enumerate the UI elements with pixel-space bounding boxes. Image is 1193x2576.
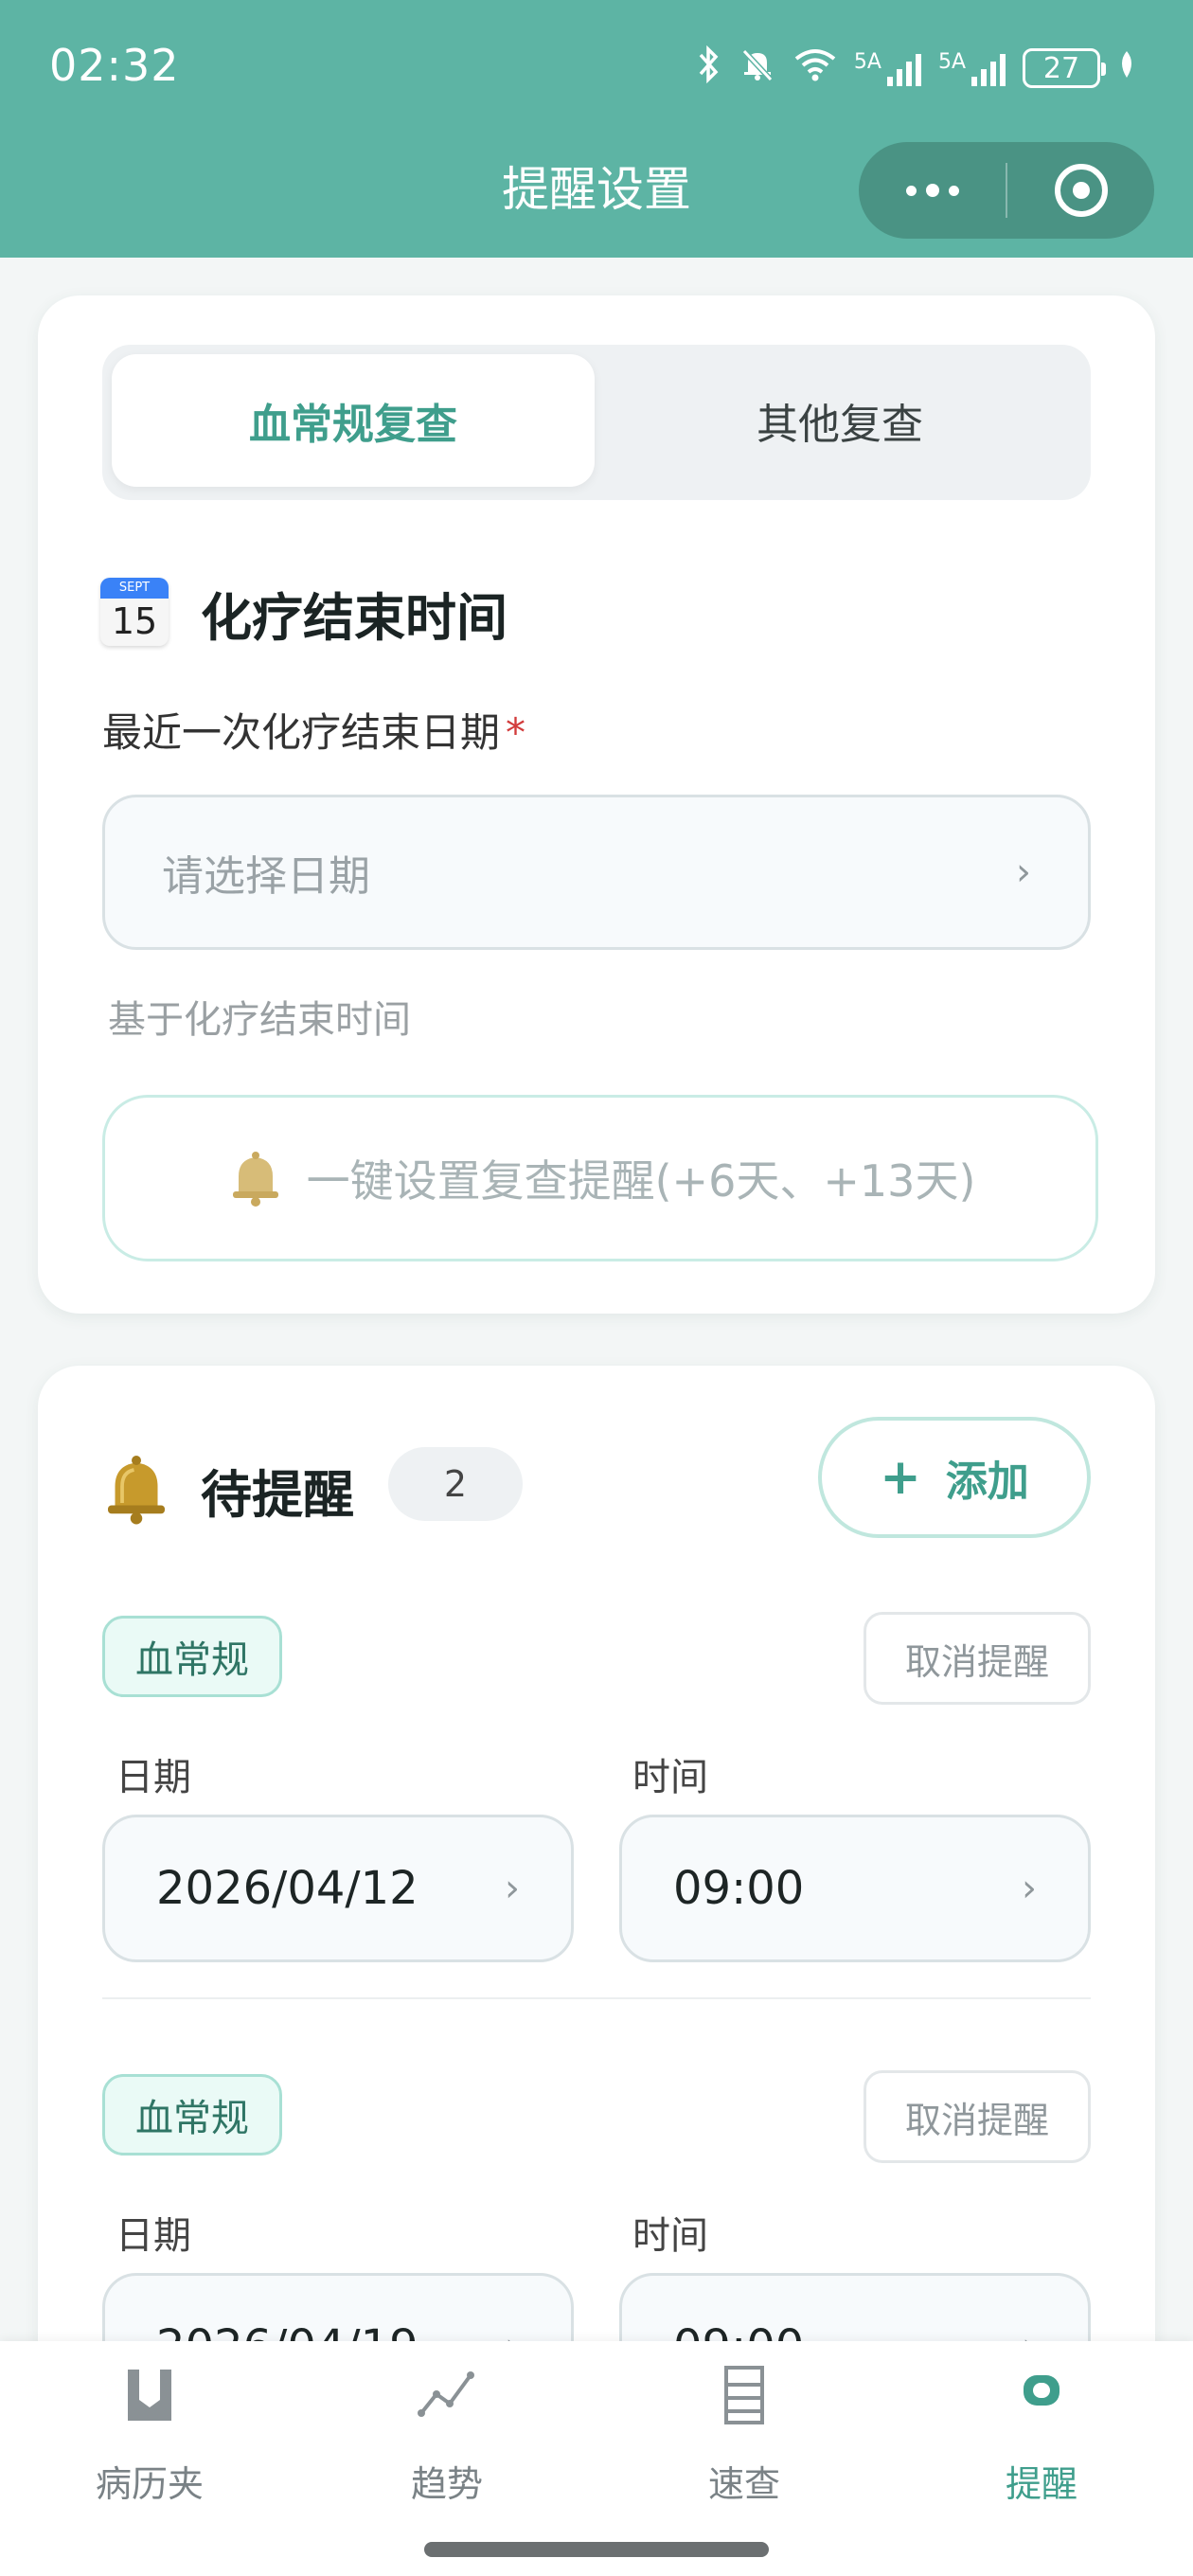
date-placeholder: 请选择日期 bbox=[162, 852, 370, 901]
battery-icon: 27 bbox=[1023, 48, 1106, 88]
date-value: 2026/04/12 bbox=[156, 1862, 418, 1915]
chevron-right-icon: › bbox=[1016, 850, 1031, 894]
tab-blood-routine[interactable]: 血常规复查 bbox=[112, 354, 595, 487]
add-label: 添加 bbox=[945, 1458, 1029, 1506]
chevron-right-icon: › bbox=[1022, 1867, 1037, 1910]
chevron-right-icon: › bbox=[505, 1867, 520, 1910]
reminder-time-picker[interactable]: 09:00 › bbox=[619, 1815, 1091, 1962]
home-indicator[interactable] bbox=[424, 2542, 769, 2557]
wifi-icon bbox=[793, 47, 837, 90]
tab-other-review[interactable]: 其他复查 bbox=[598, 354, 1081, 487]
signal-icon: 5A bbox=[854, 50, 921, 86]
required-mark: * bbox=[506, 709, 526, 756]
tab-quick-lookup[interactable]: 速查 bbox=[650, 2362, 839, 2523]
reminder-icon bbox=[1024, 2375, 1059, 2406]
tab-medical-records[interactable]: 病历夹 bbox=[55, 2362, 244, 2523]
status-time: 02:32 bbox=[49, 40, 180, 91]
section-title: 化疗结束时间 bbox=[201, 588, 507, 648]
calendar-icon: SEPT 15 bbox=[100, 578, 169, 646]
cancel-reminder-button[interactable]: 取消提醒 bbox=[864, 1612, 1091, 1705]
date-label: 日期 bbox=[116, 1756, 191, 1799]
divider bbox=[102, 1997, 1091, 1999]
cancel-reminder-button[interactable]: 取消提醒 bbox=[864, 2070, 1091, 2163]
one-click-label: 一键设置复查提醒(+6天、+13天) bbox=[306, 1155, 976, 1207]
pending-count-badge: 2 bbox=[388, 1447, 523, 1521]
reminder-date-picker[interactable]: 2026/04/12 › bbox=[102, 1815, 574, 1962]
pending-title: 待提醒 bbox=[201, 1465, 354, 1525]
time-value: 09:00 bbox=[673, 1862, 805, 1915]
reminder-tag: 血常规 bbox=[102, 1616, 282, 1697]
date-label: 日期 bbox=[116, 2214, 191, 2258]
time-label: 时间 bbox=[632, 1756, 708, 1799]
chemo-card: 血常规复查 其他复查 SEPT 15 化疗结束时间 最近一次化疗结束日期 * 请选… bbox=[38, 295, 1155, 1314]
folder-icon bbox=[128, 2370, 171, 2421]
target-icon bbox=[1054, 164, 1108, 217]
bell-icon bbox=[225, 1148, 286, 1208]
hint-text: 基于化疗结束时间 bbox=[108, 998, 411, 1042]
time-label: 时间 bbox=[632, 2214, 708, 2258]
status-icons: 5A 5A 27 bbox=[697, 42, 1136, 95]
reminder-tag: 血常规 bbox=[102, 2074, 282, 2156]
signal-icon-2: 5A bbox=[938, 50, 1006, 86]
chemo-end-date-picker[interactable]: 请选择日期 › bbox=[102, 795, 1091, 950]
more-button[interactable] bbox=[859, 142, 1006, 239]
tab-trend[interactable]: 趋势 bbox=[352, 2362, 542, 2523]
leaf-icon bbox=[1117, 49, 1136, 88]
review-type-switch: 血常规复查 其他复查 bbox=[102, 345, 1091, 500]
bell-icon bbox=[98, 1451, 174, 1527]
bluetooth-icon bbox=[697, 45, 721, 92]
close-program-button[interactable] bbox=[1007, 142, 1154, 239]
header-bar: 02:32 5A 5A 27 提醒设置 bbox=[0, 0, 1193, 258]
one-click-reminder-button[interactable]: 一键设置复查提醒(+6天、+13天) bbox=[102, 1095, 1098, 1261]
mute-bell-icon bbox=[739, 45, 776, 92]
trend-icon bbox=[418, 2371, 474, 2417]
plus-icon: + bbox=[880, 1449, 921, 1506]
bottom-tab-bar: 病历夹 趋势 速查 提醒 bbox=[0, 2341, 1193, 2576]
list-icon bbox=[724, 2366, 764, 2424]
mini-program-capsule bbox=[859, 142, 1154, 239]
chemo-end-date-label: 最近一次化疗结束日期 * bbox=[102, 709, 526, 756]
add-reminder-button[interactable]: + 添加 bbox=[818, 1417, 1091, 1538]
tab-reminder[interactable]: 提醒 bbox=[947, 2362, 1136, 2523]
